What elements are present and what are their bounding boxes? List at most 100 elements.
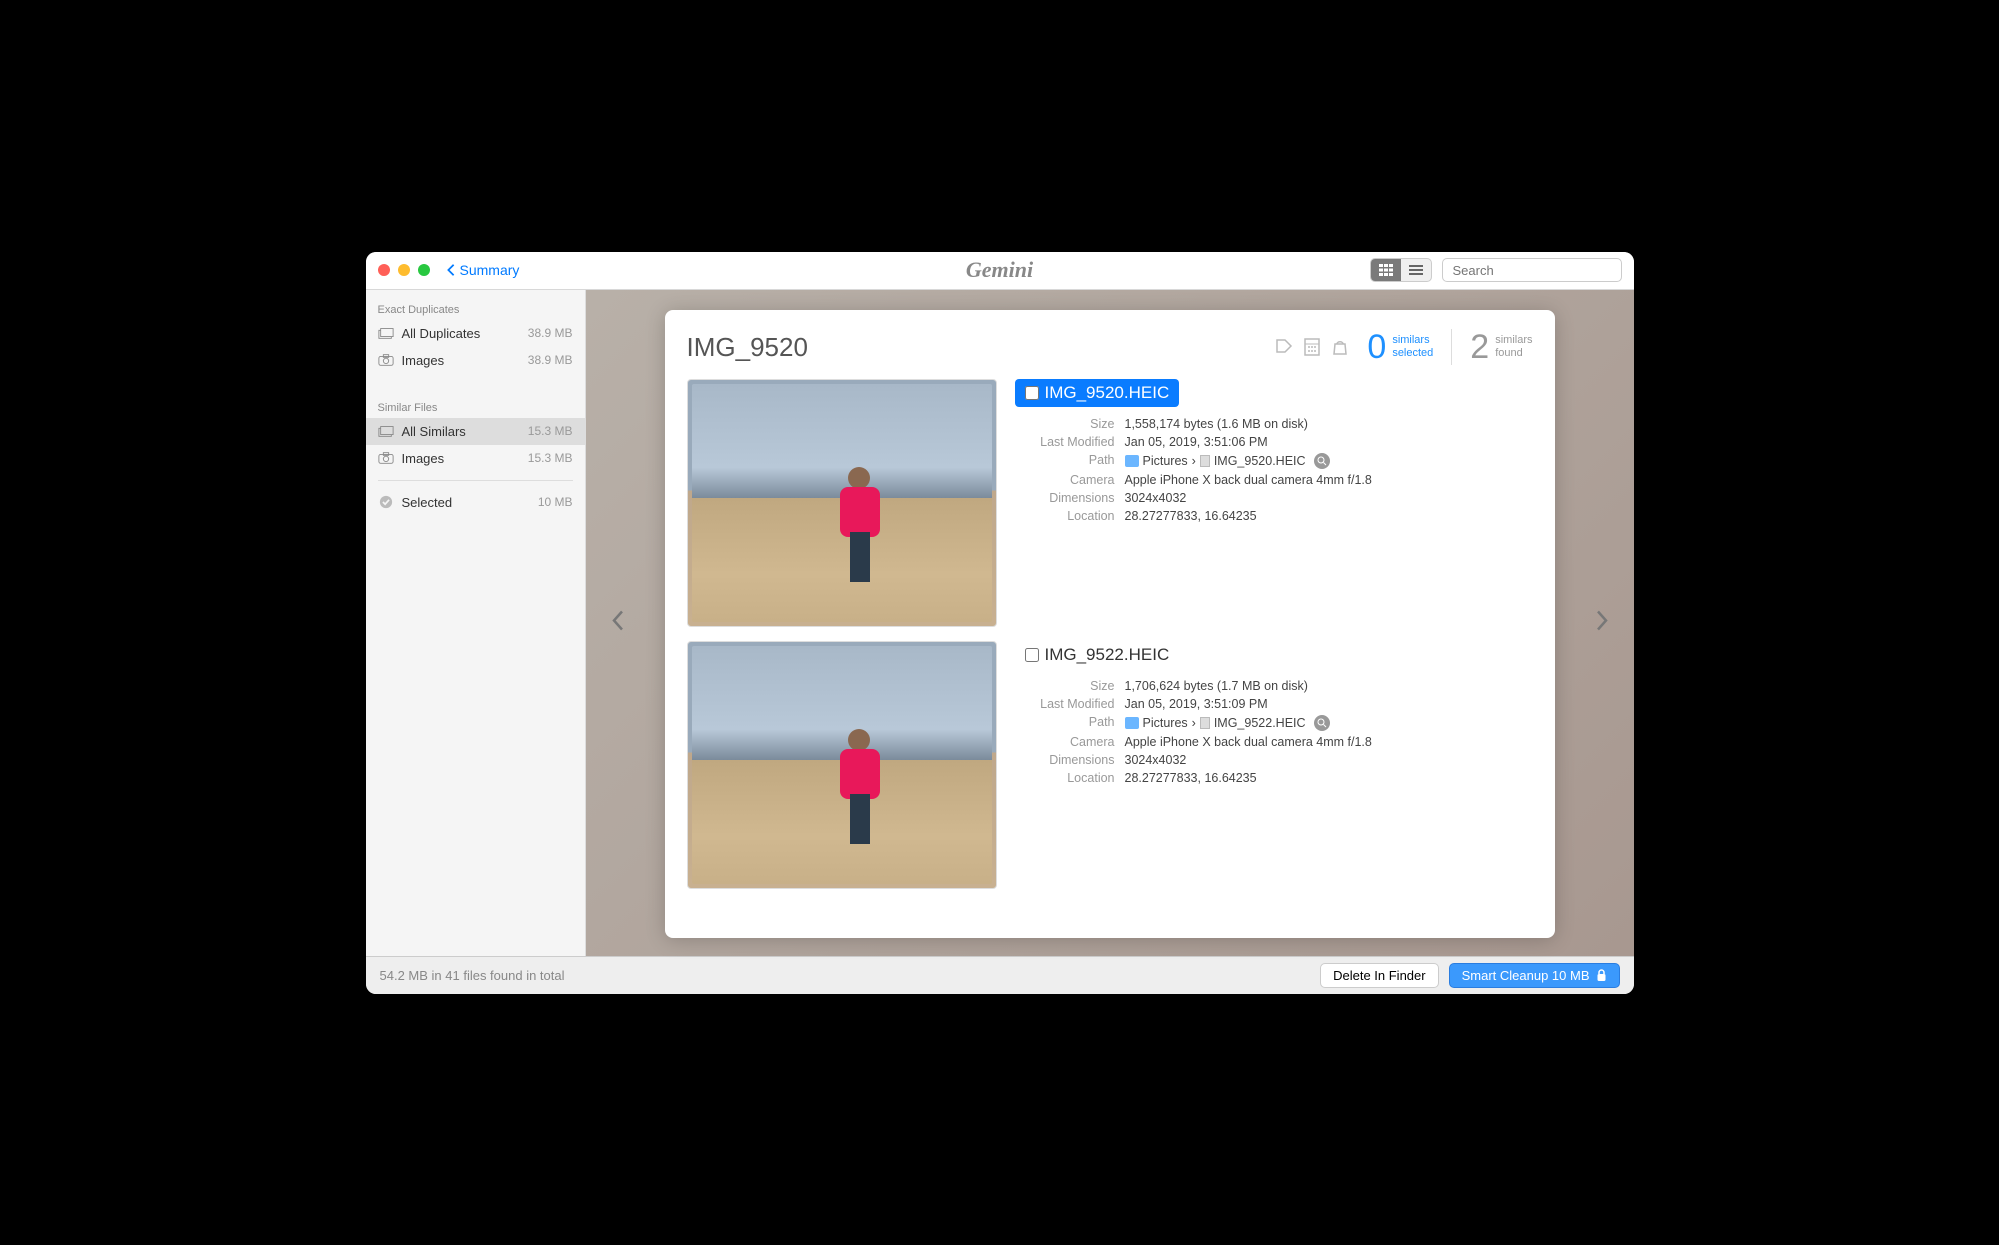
meta-dimensions: 3024x4032 bbox=[1125, 753, 1187, 767]
stat-divider bbox=[1451, 329, 1452, 365]
minimize-icon[interactable] bbox=[398, 264, 410, 276]
tag-icon[interactable] bbox=[1275, 338, 1293, 356]
sidebar-divider bbox=[378, 480, 573, 481]
stat-found: 2 similarsfound bbox=[1470, 328, 1532, 367]
filename-label: IMG_9522.HEIC bbox=[1045, 645, 1170, 665]
list-icon bbox=[1409, 264, 1423, 276]
sidebar-item-size: 15.3 MB bbox=[528, 451, 573, 465]
filename-chip[interactable]: IMG_9522.HEIC bbox=[1015, 641, 1180, 669]
bag-icon[interactable] bbox=[1331, 338, 1349, 356]
lock-icon bbox=[1596, 969, 1607, 982]
select-checkbox[interactable] bbox=[1025, 386, 1039, 400]
stat-selected-num: 0 bbox=[1367, 328, 1386, 367]
meta-size: 1,558,174 bytes (1.6 MB on disk) bbox=[1125, 417, 1308, 431]
meta-camera: Apple iPhone X back dual camera 4mm f/1.… bbox=[1125, 735, 1372, 749]
app-window: Summary Gemini Exact Duplicates All bbox=[366, 252, 1634, 994]
app-logo: Gemini bbox=[966, 257, 1033, 283]
sidebar-item-label: Images bbox=[402, 353, 445, 368]
calculator-icon[interactable] bbox=[1303, 338, 1321, 356]
stack-icon bbox=[378, 424, 394, 438]
filename-label: IMG_9520.HEIC bbox=[1045, 383, 1170, 403]
card-action-icons bbox=[1275, 338, 1349, 356]
file-details: IMG_9522.HEIC Size1,706,624 bytes (1.7 M… bbox=[1015, 641, 1533, 889]
close-icon[interactable] bbox=[378, 264, 390, 276]
folder-icon bbox=[1125, 455, 1139, 467]
sidebar-item-images-dup[interactable]: Images 38.9 MB bbox=[366, 347, 585, 374]
chevron-left-icon bbox=[446, 263, 456, 277]
sidebar-item-label: Selected bbox=[402, 495, 453, 510]
meta-path[interactable]: Pictures › IMG_9522.HEIC bbox=[1125, 715, 1330, 731]
meta-path[interactable]: Pictures › IMG_9520.HEIC bbox=[1125, 453, 1330, 469]
search-field[interactable] bbox=[1442, 258, 1622, 282]
card-header: IMG_9520 0 similarsselected 2 bbox=[687, 328, 1533, 367]
chevron-right-icon bbox=[1595, 608, 1609, 632]
footer: 54.2 MB in 41 files found in total Delet… bbox=[366, 956, 1634, 994]
toolbar-right bbox=[1370, 258, 1622, 282]
camera-icon bbox=[378, 353, 394, 367]
sidebar-heading-duplicates: Exact Duplicates bbox=[366, 296, 585, 320]
body: Exact Duplicates All Duplicates 38.9 MB … bbox=[366, 290, 1634, 956]
checkmark-circle-icon bbox=[378, 495, 394, 509]
stat-found-label: similarsfound bbox=[1495, 334, 1532, 360]
sidebar: Exact Duplicates All Duplicates 38.9 MB … bbox=[366, 290, 586, 956]
stat-found-num: 2 bbox=[1470, 328, 1489, 367]
sidebar-item-all-similars[interactable]: All Similars 15.3 MB bbox=[366, 418, 585, 445]
stack-icon bbox=[378, 326, 394, 340]
next-button[interactable] bbox=[1575, 588, 1629, 657]
meta-dimensions: 3024x4032 bbox=[1125, 491, 1187, 505]
footer-status: 54.2 MB in 41 files found in total bbox=[380, 968, 565, 983]
meta-modified: Jan 05, 2019, 3:51:09 PM bbox=[1125, 697, 1268, 711]
meta-location: 28.27277833, 16.64235 bbox=[1125, 771, 1257, 785]
stat-selected: 0 similarsselected bbox=[1367, 328, 1433, 367]
meta-modified: Jan 05, 2019, 3:51:06 PM bbox=[1125, 435, 1268, 449]
delete-button[interactable]: Delete In Finder bbox=[1320, 963, 1439, 988]
file-icon bbox=[1200, 455, 1210, 467]
meta-size: 1,706,624 bytes (1.7 MB on disk) bbox=[1125, 679, 1308, 693]
window-controls bbox=[378, 264, 430, 276]
sidebar-item-size: 38.9 MB bbox=[528, 353, 573, 367]
main-area: IMG_9520 0 similarsselected 2 bbox=[586, 290, 1634, 956]
sidebar-heading-similar: Similar Files bbox=[366, 394, 585, 418]
file-icon bbox=[1200, 717, 1210, 729]
camera-icon bbox=[378, 451, 394, 465]
titlebar: Summary Gemini bbox=[366, 252, 1634, 290]
prev-button[interactable] bbox=[591, 588, 645, 657]
zoom-icon[interactable] bbox=[418, 264, 430, 276]
sidebar-item-label: All Duplicates bbox=[402, 326, 481, 341]
chevron-left-icon bbox=[611, 608, 625, 632]
card-title: IMG_9520 bbox=[687, 332, 808, 363]
view-mode-segment bbox=[1370, 258, 1432, 282]
stat-selected-label: similarsselected bbox=[1392, 334, 1433, 360]
select-checkbox[interactable] bbox=[1025, 648, 1039, 662]
sidebar-item-label: All Similars bbox=[402, 424, 466, 439]
meta-location: 28.27277833, 16.64235 bbox=[1125, 509, 1257, 523]
sidebar-item-label: Images bbox=[402, 451, 445, 466]
thumbnail[interactable] bbox=[687, 379, 997, 627]
thumbnail[interactable] bbox=[687, 641, 997, 889]
duplicate-row: IMG_9520.HEIC Size1,558,174 bytes (1.6 M… bbox=[687, 379, 1533, 627]
back-button[interactable]: Summary bbox=[446, 262, 520, 278]
duplicate-row: IMG_9522.HEIC Size1,706,624 bytes (1.7 M… bbox=[687, 641, 1533, 889]
back-label: Summary bbox=[460, 262, 520, 278]
sidebar-item-all-duplicates[interactable]: All Duplicates 38.9 MB bbox=[366, 320, 585, 347]
sidebar-item-selected[interactable]: Selected 10 MB bbox=[366, 489, 585, 516]
detail-card: IMG_9520 0 similarsselected 2 bbox=[665, 310, 1555, 938]
sidebar-item-size: 10 MB bbox=[538, 495, 573, 509]
reveal-icon[interactable] bbox=[1314, 453, 1330, 469]
search-input[interactable] bbox=[1453, 263, 1629, 278]
metadata-list: Size1,558,174 bytes (1.6 MB on disk) Las… bbox=[1015, 415, 1533, 525]
metadata-list: Size1,706,624 bytes (1.7 MB on disk) Las… bbox=[1015, 677, 1533, 787]
sidebar-item-size: 15.3 MB bbox=[528, 424, 573, 438]
footer-buttons: Delete In Finder Smart Cleanup 10 MB bbox=[1320, 963, 1619, 988]
filename-chip[interactable]: IMG_9520.HEIC bbox=[1015, 379, 1180, 407]
cleanup-label: Smart Cleanup 10 MB bbox=[1462, 968, 1590, 983]
meta-camera: Apple iPhone X back dual camera 4mm f/1.… bbox=[1125, 473, 1372, 487]
file-details: IMG_9520.HEIC Size1,558,174 bytes (1.6 M… bbox=[1015, 379, 1533, 627]
folder-icon bbox=[1125, 717, 1139, 729]
grid-view-button[interactable] bbox=[1371, 259, 1401, 281]
list-view-button[interactable] bbox=[1401, 259, 1431, 281]
grid-icon bbox=[1379, 264, 1393, 276]
sidebar-item-images-sim[interactable]: Images 15.3 MB bbox=[366, 445, 585, 472]
smart-cleanup-button[interactable]: Smart Cleanup 10 MB bbox=[1449, 963, 1620, 988]
reveal-icon[interactable] bbox=[1314, 715, 1330, 731]
